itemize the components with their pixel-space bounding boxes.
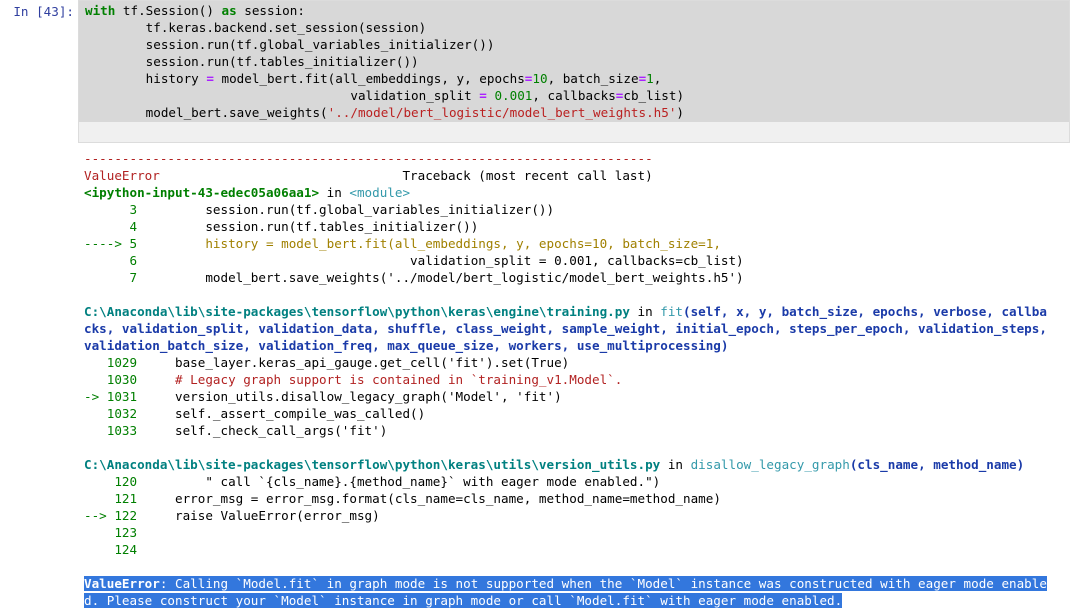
frame2-signature: validation_batch_size, validation_freq, … [84, 338, 729, 353]
frame2-line: 1030 # Legacy graph support is contained… [84, 372, 623, 387]
frame3-line: 120 " call `{cls_name}.{method_name}` wi… [84, 474, 661, 489]
frame2-signature: cks, validation_split, validation_data, … [84, 321, 1047, 336]
code-line-6: validation_split = 0.001, callbacks=cb_l… [85, 88, 685, 103]
code-line-3: session.run(tf.global_variables_initiali… [85, 37, 495, 52]
frame1-line: 3 session.run(tf.global_variables_initia… [84, 202, 555, 217]
frame3-location: C:\Anaconda\lib\site-packages\tensorflow… [84, 457, 1025, 472]
frame3-line: 121 error_msg = error_msg.format(cls_nam… [84, 491, 721, 506]
code-line-2: tf.keras.backend.set_session(session) [85, 20, 427, 35]
code-editor[interactable]: with tf.Session() as session: tf.keras.b… [78, 0, 1070, 143]
notebook-cell: In [43]: with tf.Session() as session: t… [0, 0, 1070, 616]
code-line-5: history = model_bert.fit(all_embeddings,… [85, 71, 662, 86]
code-line-4: session.run(tf.tables_initializer()) [85, 54, 419, 69]
code-line-7: model_bert.save_weights('../model/bert_l… [85, 105, 685, 120]
final-error-line[interactable]: ValueError: Calling `Model.fit` in graph… [84, 575, 1047, 592]
frame2-line: 1029 base_layer.keras_api_gauge.get_cell… [84, 355, 570, 370]
frame3-line: 123 [84, 525, 138, 540]
frame2-location: C:\Anaconda\lib\site-packages\tensorflow… [84, 304, 1047, 319]
frame3-line: 124 [84, 542, 138, 557]
frame1-location: <ipython-input-43-edec05a06aa1> in <modu… [84, 185, 411, 200]
code-block[interactable]: with tf.Session() as session: tf.keras.b… [85, 2, 684, 121]
frame1-line: 4 session.run(tf.tables_initializer()) [84, 219, 479, 234]
code-line-1: with tf.Session() as session: [85, 3, 305, 18]
traceback-header: ValueError Traceback (most recent call l… [84, 168, 653, 183]
frame3-current-line: --> 122 raise ValueError(error_msg) [84, 508, 380, 523]
frame1-line: 7 model_bert.save_weights('../model/bert… [84, 270, 744, 285]
final-error-line[interactable]: d. Please construct your `Model` instanc… [84, 592, 1047, 609]
error-output[interactable]: ----------------------------------------… [84, 150, 1047, 609]
input-prompt: In [43]: [13, 4, 74, 19]
frame1-line: 6 validation_split = 0.001, callbacks=cb… [84, 253, 744, 268]
traceback-separator: ----------------------------------------… [84, 151, 653, 166]
frame2-line: 1033 self._check_call_args('fit') [84, 423, 388, 438]
frame2-current-line: -> 1031 version_utils.disallow_legacy_gr… [84, 389, 562, 404]
frame1-current-line: ----> 5 history = model_bert.fit(all_emb… [84, 236, 721, 251]
frame2-line: 1032 self._assert_compile_was_called() [84, 406, 426, 421]
